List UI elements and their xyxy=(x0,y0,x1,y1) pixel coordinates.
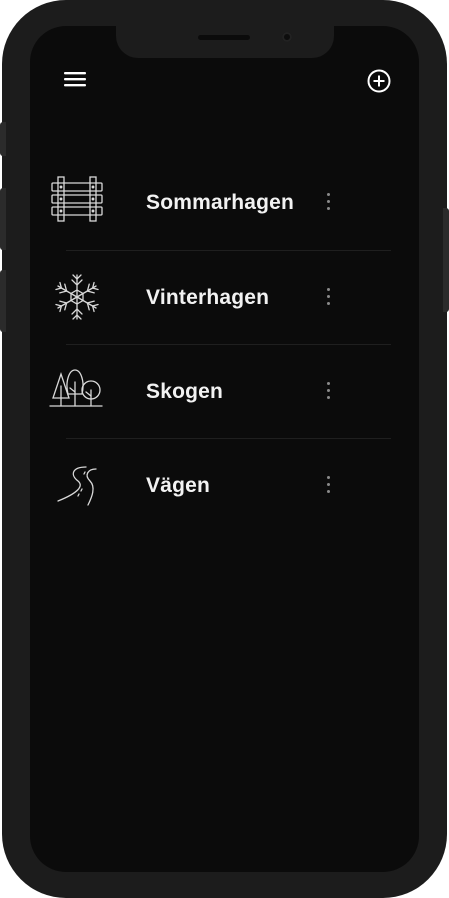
more-options-icon[interactable] xyxy=(320,189,336,217)
area-name: Vinterhagen xyxy=(146,286,270,309)
mute-switch xyxy=(0,122,6,156)
volume-down-button xyxy=(0,270,6,332)
area-list: Sommarhagen Vinterhagen Skogen Vägen xyxy=(30,156,419,532)
more-options-icon[interactable] xyxy=(320,284,336,312)
road-icon xyxy=(48,461,106,519)
area-name: Skogen xyxy=(146,380,224,403)
camera-icon xyxy=(282,32,292,42)
hamburger-menu-icon[interactable] xyxy=(64,70,88,90)
plus-circle-icon[interactable] xyxy=(366,68,392,94)
list-item[interactable]: Skogen xyxy=(49,344,391,438)
list-item[interactable]: Vinterhagen xyxy=(55,250,391,344)
more-options-icon[interactable] xyxy=(320,472,336,500)
area-name: Vägen xyxy=(146,474,211,497)
volume-up-button xyxy=(0,188,6,250)
area-name: Sommarhagen xyxy=(146,191,295,214)
screen: Sommarhagen Vinterhagen Skogen Vägen xyxy=(30,26,419,872)
fence-icon xyxy=(48,173,106,231)
snowflake-icon xyxy=(48,268,106,326)
list-item[interactable]: Vägen xyxy=(57,438,391,532)
notch xyxy=(116,26,334,58)
trees-icon xyxy=(48,362,106,420)
list-item[interactable]: Sommarhagen xyxy=(30,156,419,250)
more-options-icon[interactable] xyxy=(320,378,336,406)
speaker-grille xyxy=(198,35,250,40)
power-button xyxy=(443,208,449,312)
